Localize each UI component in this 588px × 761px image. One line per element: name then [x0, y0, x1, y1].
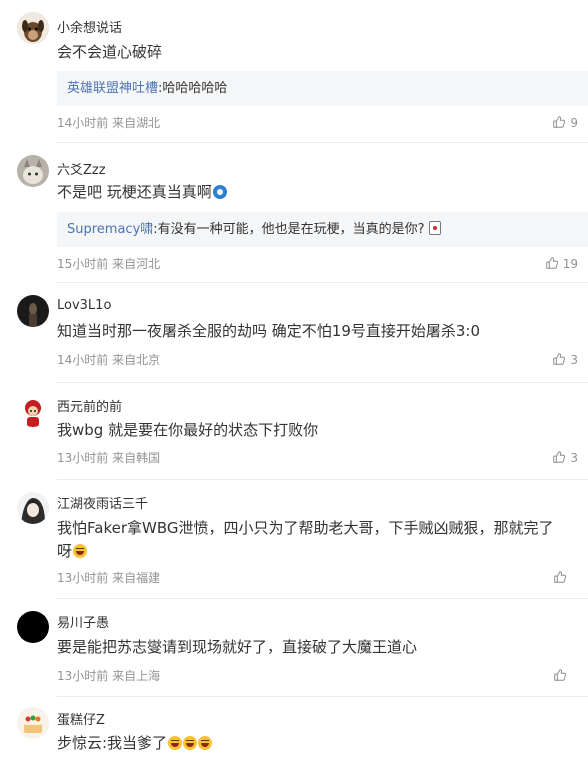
thumbs-up-icon	[552, 450, 566, 467]
comment-text: 我怕Faker拿WBG泄愤，四小只为了帮助老大哥，下手贼凶贼狠，那就完了 呀	[57, 517, 587, 563]
comment-text: 步惊云:我当爹了	[57, 732, 587, 755]
comment-item: 易川子愚 要是能把苏志燮请到现场就好了，直接破了大魔王道心 13小时前 来自上海	[0, 599, 588, 697]
card-emoji-icon	[428, 221, 441, 235]
red-character-avatar-icon[interactable]	[17, 395, 49, 427]
comment-item: 江湖夜雨话三千 我怕Faker拿WBG泄愤，四小只为了帮助老大哥，下手贼凶贼狠，…	[0, 480, 588, 599]
like-count: 19	[562, 257, 578, 271]
anime-avatar-icon[interactable]	[17, 492, 49, 524]
username[interactable]: 西元前的前	[57, 396, 122, 415]
comment-text-content: 步惊云:我当爹了	[57, 734, 168, 752]
comment-item: 小余想说话 会不会道心破碎 英雄联盟神吐槽:哈哈哈哈哈 14小时前 来自湖北 9	[0, 0, 588, 143]
username[interactable]: 六爻Zzz	[57, 159, 106, 178]
shark-emoji-icon	[212, 185, 227, 199]
reply-username[interactable]: Supremacy啸	[67, 222, 153, 237]
comment-meta: 13小时前 来自福建	[57, 571, 161, 585]
comment-text-line-2: 呀	[57, 540, 587, 563]
comment-meta: 14小时前 来自湖北	[57, 116, 161, 130]
like-button[interactable]: 3	[552, 450, 578, 466]
comment-meta: 14小时前 来自北京	[57, 353, 161, 367]
reply-text: :有没有一种可能，他也是在玩梗，当真的是你?	[153, 222, 425, 237]
reply-username[interactable]: 英雄联盟神吐槽	[67, 81, 158, 96]
thumbs-up-icon	[545, 256, 559, 273]
like-button[interactable]	[553, 668, 578, 684]
like-button[interactable]: 3	[552, 352, 578, 368]
reply-box[interactable]: 英雄联盟神吐槽:哈哈哈哈哈	[57, 71, 588, 106]
cake-avatar-icon[interactable]	[17, 707, 49, 739]
comment-text: 会不会道心破碎	[57, 43, 163, 61]
reply-box[interactable]: Supremacy啸:有没有一种可能，他也是在玩梗，当真的是你?	[57, 212, 588, 247]
username[interactable]: Lov3L1o	[57, 298, 111, 313]
laughing-emoji-icon	[183, 736, 198, 750]
thumbs-up-icon	[553, 570, 567, 587]
thumbs-up-icon	[552, 115, 566, 132]
dark-figure-avatar-icon[interactable]	[17, 295, 49, 327]
like-count: 3	[570, 451, 578, 465]
reply-text: :哈哈哈哈哈	[158, 81, 228, 96]
black-circle-avatar-icon[interactable]	[17, 611, 49, 643]
laughing-emoji-icon	[73, 544, 88, 558]
username[interactable]: 蛋糕仔Z	[57, 709, 105, 728]
comment-text-content: 不是吧 玩梗还真当真啊	[57, 183, 212, 201]
comment-meta: 15小时前 来自河北	[57, 257, 161, 271]
thumbs-up-icon	[553, 668, 567, 685]
comment-item: 西元前的前 我wbg 就是要在你最好的状态下打败你 13小时前 来自韩国 3	[0, 383, 588, 480]
like-count: 3	[570, 353, 578, 367]
comment-text: 知道当时那一夜屠杀全服的劫吗 确定不怕19号直接开始屠杀3:0	[57, 322, 480, 340]
username[interactable]: 江湖夜雨话三千	[57, 493, 148, 512]
comment-text: 我wbg 就是要在你最好的状态下打败你	[57, 421, 319, 439]
comment-item: 蛋糕仔Z 步惊云:我当爹了	[0, 697, 588, 761]
laughing-emoji-icon	[168, 736, 183, 750]
cat-avatar-icon[interactable]	[17, 155, 49, 187]
comment-text: 要是能把苏志燮请到现场就好了，直接破了大魔王道心	[57, 638, 418, 656]
comment-item: 六爻Zzz 不是吧 玩梗还真当真啊 Supremacy啸:有没有一种可能，他也是…	[0, 143, 588, 283]
comment-text-line: 我怕Faker拿WBG泄愤，四小只为了帮助老大哥，下手贼凶贼狠，那就完了	[57, 519, 554, 537]
like-count: 9	[570, 116, 578, 130]
comment-meta: 13小时前 来自韩国	[57, 451, 161, 465]
comment-meta: 13小时前 来自上海	[57, 669, 161, 683]
comment-item: Lov3L1o 知道当时那一夜屠杀全服的劫吗 确定不怕19号直接开始屠杀3:0 …	[0, 283, 588, 383]
like-button[interactable]: 9	[552, 115, 578, 131]
username[interactable]: 易川子愚	[57, 612, 109, 631]
thumbs-up-icon	[552, 352, 566, 369]
like-button[interactable]: 19	[545, 256, 578, 272]
username[interactable]: 小余想说话	[57, 17, 122, 36]
dog-avatar-icon[interactable]	[17, 12, 49, 44]
comment-text: 不是吧 玩梗还真当真啊	[57, 181, 587, 204]
laughing-emoji-icon	[198, 736, 213, 750]
comment-text-line: 呀	[57, 542, 73, 560]
like-button[interactable]	[553, 570, 578, 586]
